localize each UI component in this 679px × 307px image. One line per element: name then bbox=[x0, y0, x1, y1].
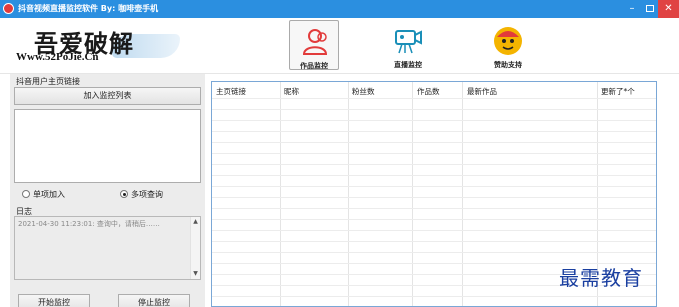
row-divider bbox=[212, 296, 656, 297]
radio-multi-query[interactable]: 多项查询 bbox=[120, 188, 163, 200]
column-divider bbox=[348, 82, 349, 306]
radio-single-add[interactable]: 单项加入 bbox=[22, 188, 65, 200]
row-divider bbox=[212, 153, 656, 154]
row-divider bbox=[212, 98, 656, 99]
logo: 吾爱破解 Www.52PoJie.Cn bbox=[12, 24, 182, 66]
row-divider bbox=[212, 164, 656, 165]
app-icon bbox=[3, 3, 14, 14]
title-bar: 抖音视频直播监控软件 By: 咖啡壶手机 – ✕ bbox=[0, 0, 679, 18]
radio-multi-label: 多项查询 bbox=[131, 189, 163, 199]
nav-sponsor[interactable]: 赞助支持 bbox=[483, 20, 533, 70]
add-to-monitor-button[interactable]: 加入监控列表 bbox=[14, 87, 201, 105]
row-divider bbox=[212, 252, 656, 253]
nav-live-label: 直播监控 bbox=[394, 61, 422, 69]
row-divider bbox=[212, 208, 656, 209]
minimize-button[interactable]: – bbox=[622, 0, 642, 18]
col-header-latest[interactable]: 最新作品 bbox=[467, 86, 497, 97]
radio-multi-circle[interactable] bbox=[120, 190, 128, 198]
character-icon bbox=[494, 27, 522, 55]
col-header-nickname[interactable]: 昵称 bbox=[284, 86, 299, 97]
log-entry: 2021-04-30 11:23:01: 查询中，请稍后…… bbox=[18, 220, 160, 228]
log-textarea[interactable]: 2021-04-30 11:23:01: 查询中，请稍后…… ▲ ▼ bbox=[14, 216, 201, 280]
row-divider bbox=[212, 142, 656, 143]
app-window: 抖音视频直播监控软件 By: 咖啡壶手机 – ✕ 吾爱破解 Www.52PoJi… bbox=[0, 0, 679, 307]
row-divider bbox=[212, 230, 656, 231]
nav-sponsor-label: 赞助支持 bbox=[494, 61, 522, 69]
camera-icon bbox=[395, 30, 422, 54]
table-header: 主页链接 昵称 粉丝数 作品数 最新作品 更新了*个 bbox=[212, 82, 656, 98]
start-monitor-button[interactable]: 开始监控 bbox=[18, 294, 90, 307]
window-title: 抖音视频直播监控软件 By: 咖啡壶手机 bbox=[18, 4, 159, 13]
nav-live-monitor[interactable]: 直播监控 bbox=[383, 20, 433, 70]
close-button[interactable]: ✕ bbox=[658, 0, 679, 18]
user-url-textarea[interactable] bbox=[14, 109, 201, 183]
log-scrollbar[interactable]: ▲ ▼ bbox=[190, 217, 200, 279]
maximize-icon bbox=[646, 5, 654, 12]
log-scroll-down-icon[interactable]: ▼ bbox=[191, 269, 200, 279]
row-divider bbox=[212, 197, 656, 198]
row-divider bbox=[212, 241, 656, 242]
users-icon bbox=[302, 29, 328, 55]
users-group-title: 抖音用户主页链接 bbox=[16, 77, 80, 86]
row-divider bbox=[212, 120, 656, 121]
logo-url-text: Www.52PoJie.Cn bbox=[16, 51, 99, 63]
col-header-url[interactable]: 主页链接 bbox=[216, 86, 246, 97]
row-divider bbox=[212, 109, 656, 110]
column-divider bbox=[280, 82, 281, 306]
row-divider bbox=[212, 219, 656, 220]
nav-works-label: 作品监控 bbox=[300, 62, 328, 70]
left-panel: 抖音用户主页链接 加入监控列表 单项加入 多项查询 日志 2021-04-30 … bbox=[10, 74, 205, 307]
column-divider bbox=[412, 82, 413, 306]
header: 吾爱破解 Www.52PoJie.Cn 作品监控 直播监控 赞助支持 bbox=[0, 18, 679, 73]
stop-monitor-button[interactable]: 停止监控 bbox=[118, 294, 190, 307]
row-divider bbox=[212, 175, 656, 176]
radio-single-label: 单项加入 bbox=[33, 189, 65, 199]
col-header-fans[interactable]: 粉丝数 bbox=[352, 86, 375, 97]
row-divider bbox=[212, 131, 656, 132]
watermark: 最需教育 bbox=[559, 266, 643, 290]
column-divider bbox=[462, 82, 463, 306]
nav-works-monitor[interactable]: 作品监控 bbox=[289, 20, 339, 70]
maximize-button[interactable] bbox=[640, 0, 660, 18]
col-header-updated[interactable]: 更新了*个 bbox=[601, 86, 635, 97]
row-divider bbox=[212, 186, 656, 187]
log-scroll-up-icon[interactable]: ▲ bbox=[191, 217, 200, 227]
radio-single-circle[interactable] bbox=[22, 190, 30, 198]
col-header-works[interactable]: 作品数 bbox=[417, 86, 440, 97]
